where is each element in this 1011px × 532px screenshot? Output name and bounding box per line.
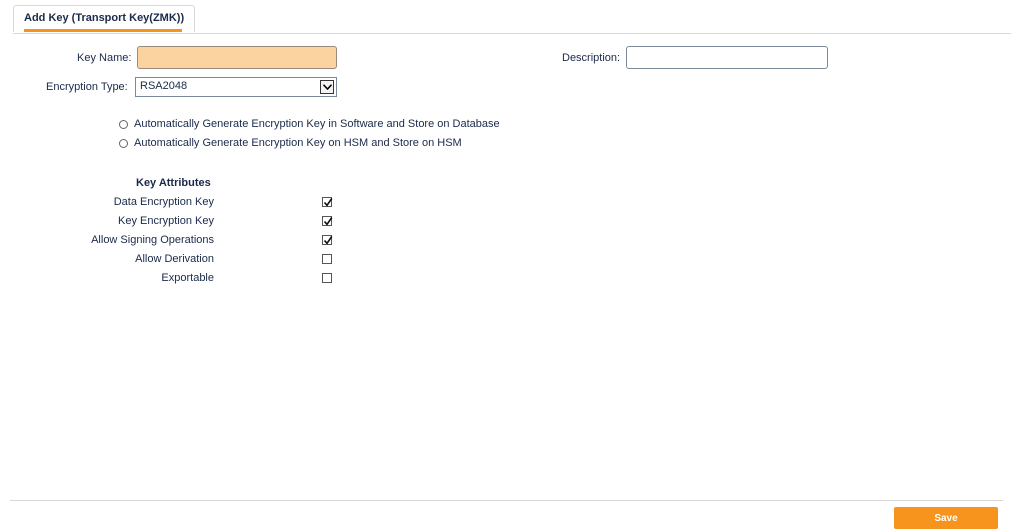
attr-checkbox-key-encryption-key[interactable] [322, 216, 333, 226]
attr-label-allow-signing: Allow Signing Operations [91, 234, 214, 246]
attr-checkbox-allow-signing[interactable] [322, 235, 333, 245]
attr-checkbox-exportable[interactable] [322, 273, 332, 283]
encryption-type-select[interactable]: RSA2048 [135, 77, 337, 97]
chevron-down-icon[interactable] [320, 80, 334, 94]
attr-label-exportable: Exportable [161, 272, 214, 284]
tab-label: Add Key (Transport Key(ZMK)) [24, 12, 185, 24]
add-key-page: Add Key (Transport Key(ZMK)) Key Name: D… [0, 0, 1011, 532]
tab-strip: Add Key (Transport Key(ZMK)) [13, 5, 1011, 34]
encryption-type-value: RSA2048 [140, 80, 188, 92]
description-input[interactable] [626, 46, 828, 69]
description-label: Description: [562, 52, 621, 64]
radio-label: Automatically Generate Encryption Key in… [134, 118, 500, 130]
attr-label-data-encryption-key: Data Encryption Key [113, 196, 214, 208]
attr-label-key-encryption-key: Key Encryption Key [118, 215, 214, 227]
encryption-type-label: Encryption Type: [46, 81, 128, 93]
radio-label: Automatically Generate Encryption Key on… [134, 137, 462, 149]
radio-button[interactable] [119, 138, 128, 148]
save-button[interactable]: Save [894, 507, 998, 529]
key-name-label: Key Name: [77, 52, 132, 64]
radio-option-hsm[interactable]: Automatically Generate Encryption Key on… [119, 136, 462, 150]
footer-divider [10, 500, 1003, 501]
key-name-input[interactable] [137, 46, 337, 69]
key-attributes-heading: Key Attributes [136, 177, 211, 189]
radio-button[interactable] [119, 119, 128, 129]
attr-checkbox-data-encryption-key[interactable] [322, 197, 333, 207]
tab-add-key[interactable]: Add Key (Transport Key(ZMK)) [13, 5, 196, 32]
attr-checkbox-allow-derivation[interactable] [322, 254, 332, 264]
attr-label-allow-derivation: Allow Derivation [135, 253, 214, 265]
radio-option-software-db[interactable]: Automatically Generate Encryption Key in… [119, 117, 500, 131]
tab-active-indicator [24, 29, 183, 32]
